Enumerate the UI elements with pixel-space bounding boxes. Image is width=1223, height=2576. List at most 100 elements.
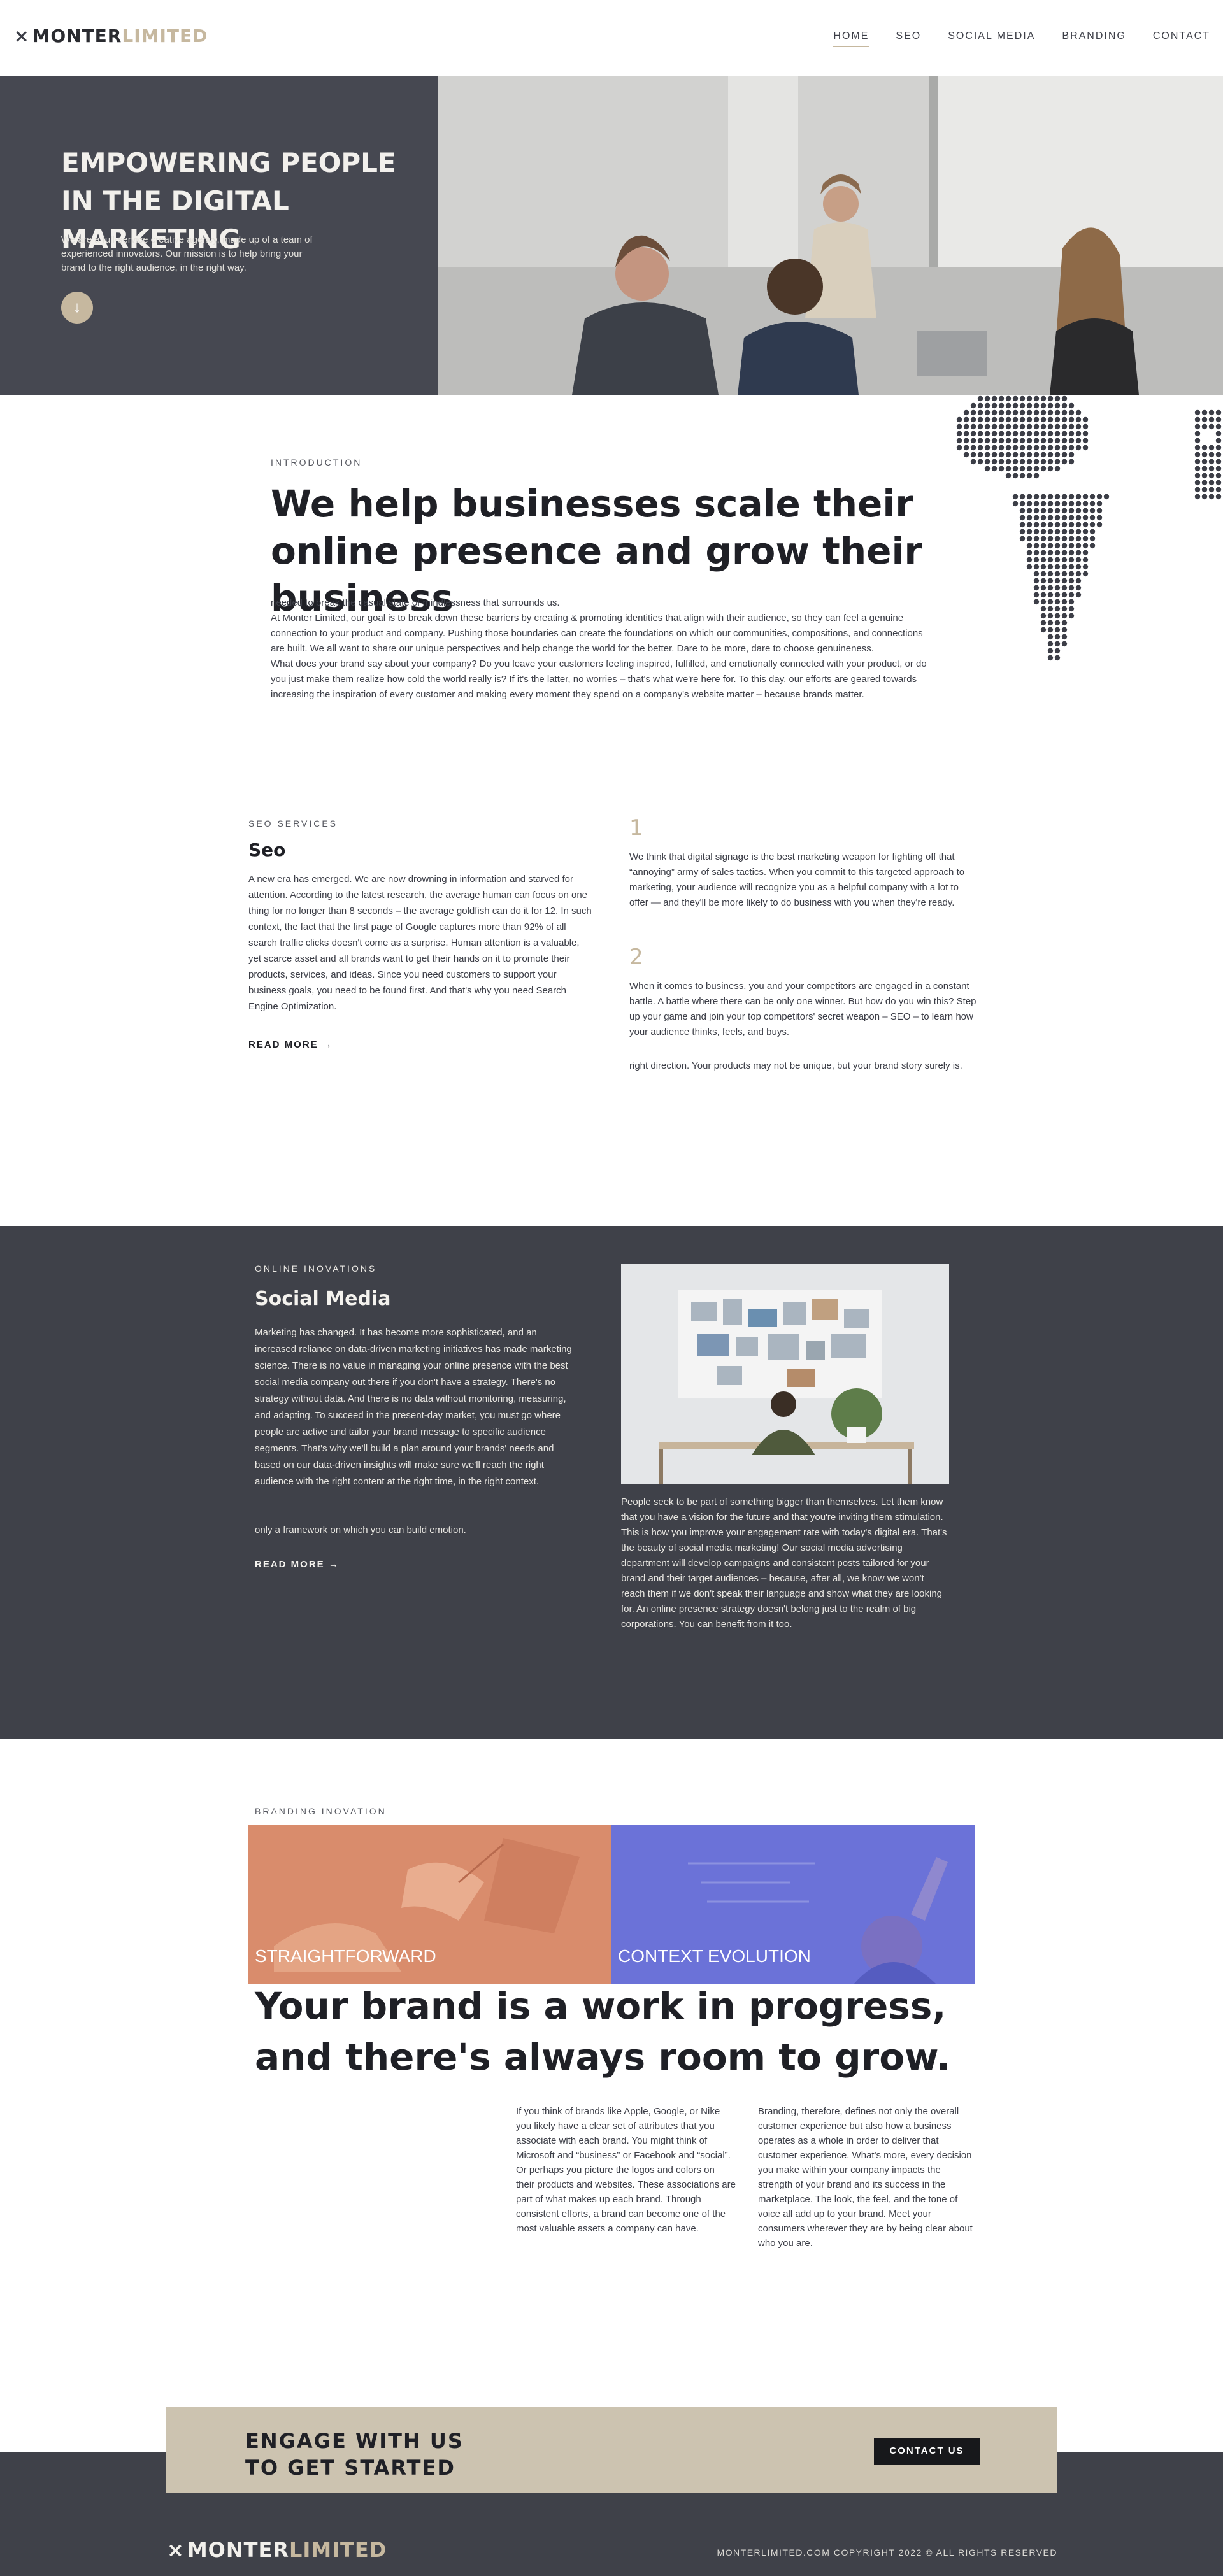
map-dot: [998, 423, 1005, 430]
map-dot: [1215, 487, 1222, 493]
nav-seo[interactable]: SEO: [896, 31, 921, 47]
map-dot: [1054, 423, 1061, 430]
map-dot: [970, 438, 976, 444]
seo-point-number: 2: [629, 944, 643, 970]
map-dot: [1061, 431, 1068, 437]
map-dot: [1208, 494, 1215, 500]
map-dot: [998, 395, 1005, 402]
seo-point-text: When it comes to business, you and your …: [629, 981, 976, 1037]
contact-us-button[interactable]: CONTACT US: [874, 2438, 980, 2465]
map-dot: [1054, 438, 1061, 444]
site-logo[interactable]: ⨯ MONTER LIMITED: [14, 25, 208, 46]
map-dot: [970, 402, 976, 409]
map-dot: [1033, 402, 1040, 409]
seo-title: Seo: [248, 839, 286, 860]
map-dot: [1019, 459, 1026, 465]
map-dot: [1194, 431, 1201, 437]
map-dot: [1040, 592, 1047, 598]
map-dot: [1201, 466, 1208, 472]
map-dot: [1012, 423, 1019, 430]
map-dot: [1033, 599, 1040, 605]
map-dot: [1075, 438, 1082, 444]
scroll-down-button[interactable]: ↓: [61, 292, 93, 324]
map-dot: [1054, 508, 1061, 514]
map-dot: [1054, 431, 1061, 437]
map-dot: [1019, 452, 1026, 458]
map-dot: [1089, 522, 1096, 528]
map-dot: [1215, 473, 1222, 479]
map-dot: [1075, 515, 1082, 521]
map-dot: [1061, 452, 1068, 458]
map-dot: [1033, 438, 1040, 444]
footer-logo[interactable]: ⨯ MONTER LIMITED: [167, 2538, 387, 2562]
cta-text: ENGAGE WITH US TO GET STARTED: [245, 2428, 464, 2481]
seo-eyebrow: SEO SERVICES: [248, 818, 338, 829]
brand-card-context-evolution[interactable]: CONTEXT EVOLUTION: [612, 1825, 975, 1984]
map-dot: [1075, 536, 1082, 542]
map-dot: [984, 445, 991, 451]
copyright-text: MONTERLIMITED.COM COPYRIGHT 2022 © ALL R…: [717, 2547, 1057, 2558]
map-dot: [1061, 508, 1068, 514]
map-dot: [1047, 501, 1054, 507]
map-dot: [977, 423, 983, 430]
map-dot: [1012, 445, 1019, 451]
map-dot: [1082, 529, 1089, 535]
nav-social-media[interactable]: SOCIAL MEDIA: [948, 31, 1035, 47]
nav-branding[interactable]: BRANDING: [1062, 31, 1126, 47]
map-dot: [1061, 501, 1068, 507]
map-dot: [1089, 494, 1096, 500]
social-read-more-link[interactable]: READ MORE →: [255, 1559, 340, 1570]
map-dot: [1047, 613, 1054, 619]
map-dot: [1005, 473, 1012, 479]
map-dot: [1082, 501, 1089, 507]
nav-home[interactable]: HOME: [833, 31, 869, 47]
map-dot: [991, 459, 998, 465]
intro-body: needed to break the casual state of mind…: [271, 595, 933, 702]
seo-read-more-link[interactable]: READ MORE →: [248, 1039, 333, 1050]
map-dot: [1082, 494, 1089, 500]
map-dot: [1201, 459, 1208, 465]
map-dot: [1033, 536, 1040, 542]
map-dot: [956, 416, 962, 423]
map-dot: [1054, 395, 1061, 402]
seo-point-text: We think that digital signage is the bes…: [629, 851, 965, 908]
map-dot: [1012, 459, 1019, 465]
map-dot: [1033, 592, 1040, 598]
cta-line-2: TO GET STARTED: [245, 2456, 455, 2480]
map-dot: [1061, 571, 1068, 577]
map-dot: [1201, 473, 1208, 479]
map-dot: [1068, 445, 1075, 451]
map-dot: [963, 445, 969, 451]
map-dot: [1075, 445, 1082, 451]
map-dot: [991, 416, 998, 423]
map-dot: [1096, 508, 1103, 514]
map-dot: [1068, 613, 1075, 619]
map-dot: [1026, 395, 1033, 402]
map-dot: [1082, 445, 1089, 451]
map-dot: [977, 402, 983, 409]
map-dot: [963, 423, 969, 430]
intro-eyebrow: INTRODUCTION: [271, 457, 362, 467]
map-dot: [998, 445, 1005, 451]
nav-contact[interactable]: CONTACT: [1153, 31, 1210, 47]
map-dot: [984, 452, 991, 458]
map-dot: [1075, 585, 1082, 591]
map-dot: [1040, 501, 1047, 507]
map-dot: [1033, 522, 1040, 528]
map-dot: [991, 423, 998, 430]
brand-card-straightforward[interactable]: STRAIGHTFORWARD: [248, 1825, 612, 1984]
map-dot: [1033, 409, 1040, 416]
map-dot: [1082, 543, 1089, 549]
map-dot: [1047, 578, 1054, 584]
map-dot: [1068, 578, 1075, 584]
map-dot: [1054, 557, 1061, 563]
map-dot: [1082, 522, 1089, 528]
map-dot: [1047, 592, 1054, 598]
map-dot: [1033, 571, 1040, 577]
map-dot: [1096, 515, 1103, 521]
map-dot: [1194, 459, 1201, 465]
map-dot: [1068, 592, 1075, 598]
map-dot: [1047, 599, 1054, 605]
map-dot: [1054, 592, 1061, 598]
map-dot: [1061, 557, 1068, 563]
